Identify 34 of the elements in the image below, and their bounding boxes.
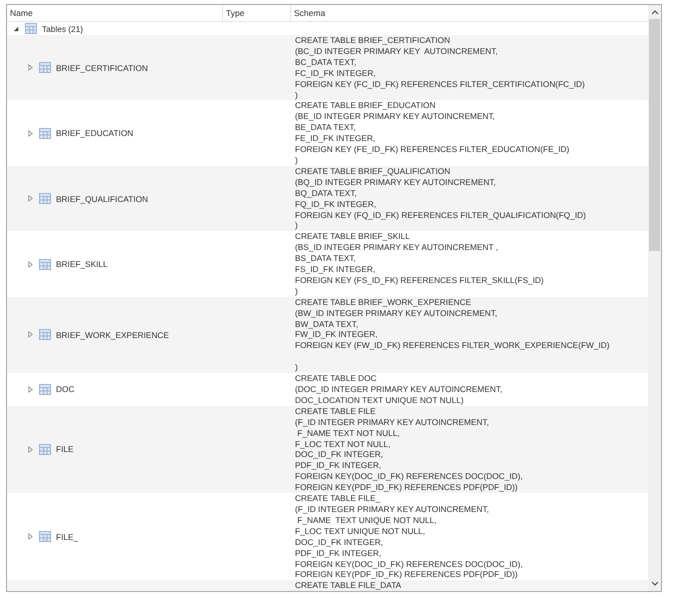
schema-text: CREATE TABLE FILE (F_ID INTEGER PRIMARY KEY AUTOINCREMENT, F_NAME TEXT NOT NULL, F_LOC TEXT NOT NULL, DOC_ID_FK INTEGER, PDF_ID_FK INTEGER, FOREIGN KEY(DOC_ID_FK) REFERENCES DOC(DOC_ID), FOREIGN KEY(PDF_ID_FK) REFERENCES PDF(PDF_ID)) [295,406,524,494]
table-name[interactable]: BRIEF_SKILL [56,259,108,270]
table-name[interactable]: BRIEF_QUALIFICATION [56,194,148,204]
schema-text: CREATE TABLE BRIEF_EDUCATION (BE_ID INTEGER PRIMARY KEY AUTOINCREMENT, BE_DATA TEXT, FE_ID_FK INTEGER, FOREIGN KEY (FE_ID_FK) REFERENCES FILTER_EDUCATION(FE_ID) ) [295,100,570,166]
schema-text: CREATE TABLE BRIEF_QUALIFICATION (BQ_ID INTEGER PRIMARY KEY AUTOINCREMENT, BQ_DATA TEXT, FQ_ID_FK INTEGER, FOREIGN KEY (FQ_ID_FK) REFERENCES FILTER_QUALIFICATION(FQ_ID) ) [295,166,587,232]
scrollbar-thumb[interactable] [649,19,660,251]
table-icon [39,329,51,340]
table-icon [39,258,51,270]
table-name[interactable]: BRIEF_CERTIFICATION [56,62,148,73]
schema-text: CREATE TABLE BRIEF_WORK_EXPERIENCE (BW_ID INTEGER PRIMARY KEY AUTOINCREMENT, BW_DATA TEXT, FW_ID_FK INTEGER, FOREIGN KEY (FW_ID_FK) REFERENCES FILTER_WORK_EXPERIENCE(FW_ID) ) [295,296,611,374]
schema-text: CREATE TABLE DOC (DOC_ID INTEGER PRIMARY KEY AUTOINCREMENT, DOC_LOCATION TEXT UNIQUE NOT NULL) [295,373,504,406]
table-name[interactable]: FILE [56,444,74,454]
table-icon [39,62,51,74]
schema-text: CREATE TABLE FILE_ (F_ID INTEGER PRIMARY KEY AUTOINCREMENT, F_NAME TEXT UNIQUE NOT NULL, F_LOC TEXT UNIQUE NOT NULL, DOC_ID_FK INTEGER, PDF_ID_FK INTEGER, FOREIGN KEY(DOC_ID_FK) REFERENCES DOC(DOC_ID), FOREIGN KEY(PDF_ID_FK) REFERENCES PDF(PDF_ID)) [295,493,524,580]
expander-icon[interactable] [13,25,20,32]
schema-text: CREATE TABLE BRIEF_SKILL (BS_ID INTEGER PRIMARY KEY AUTOINCREMENT , BS_DATA TEXT, FS_ID_FK INTEGER, FOREIGN KEY (FS_ID_FK) REFERENCES FILTER_SKILL(FS_ID) ) [295,231,545,297]
table-icon [39,444,51,455]
column-header[interactable]: Type [223,5,291,21]
column-header[interactable]: Schema [291,5,648,21]
table-icon [39,193,51,204]
table-icon [39,531,51,542]
table-name[interactable]: BRIEF_EDUCATION [56,128,134,138]
scroll-up-icon[interactable] [650,9,658,15]
table-icon [39,384,51,395]
column-header[interactable]: Name [7,5,223,21]
table-name[interactable]: DOC [56,384,74,394]
schema-text: CREATE TABLE BRIEF_CERTIFICATION (BC_ID INTEGER PRIMARY KEY AUTOINCREMENT, BC_DATA TEXT, FC_ID_FK INTEGER, FOREIGN KEY (FC_ID_FK) REFERENCES FILTER_CERTIFICATION(FC_ID) ) [295,35,586,100]
schema-text: CREATE TABLE FILE_DATA [295,580,402,591]
table-name[interactable]: FILE_ [56,532,78,542]
vertical-scrollbar[interactable] [648,5,661,591]
tree-node-label[interactable]: Tables (21) [42,24,84,34]
table-name[interactable]: BRIEF_WORK_EXPERIENCE [56,330,169,340]
scroll-down-icon[interactable] [650,581,658,587]
table-icon [39,128,51,139]
